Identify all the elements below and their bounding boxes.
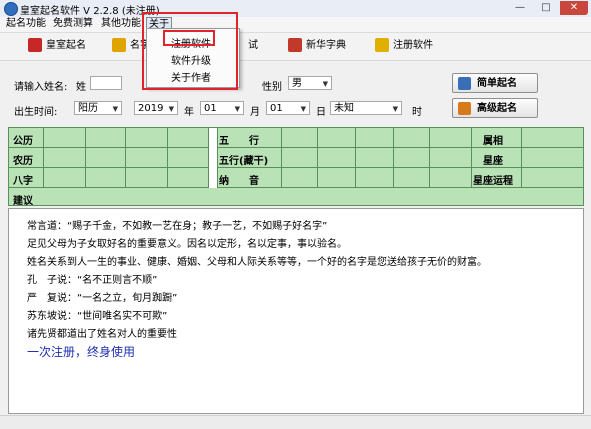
grid-line (471, 128, 472, 188)
simple-naming-icon (458, 77, 471, 90)
name-label: 请输入姓名: (14, 82, 68, 93)
nayin-label: 纳 音 (219, 176, 259, 187)
calendar-select[interactable]: 阳历 ▼ (74, 101, 122, 115)
chevron-down-icon: ▼ (168, 105, 174, 113)
advanced-naming-icon (458, 102, 471, 115)
grid-line (281, 128, 282, 188)
promo-text: 一次注册，终身使用 (27, 345, 136, 359)
grid-line (125, 128, 126, 188)
day-unit-label: 日 (316, 107, 326, 118)
menu-other[interactable]: 其他功能 (101, 17, 141, 31)
menu-naming[interactable]: 起名功能 (6, 17, 46, 31)
intro-line: 姓名关系到人一生的事业、健康、婚姻、父母和人际关系等等，一个好的名字是您送给孩子… (27, 257, 487, 268)
intro-line: 苏东坡说：“世间唯名实不可欺” (27, 311, 168, 322)
constellation-label: 星座 (483, 156, 503, 167)
calendar-value: 阳历 (78, 103, 98, 114)
birth-time-label: 出生时间: (14, 107, 58, 118)
day-select[interactable]: 01 ▼ (266, 101, 310, 115)
month-value: 01 (204, 103, 217, 114)
month-select[interactable]: 01 ▼ (200, 101, 244, 115)
intro-line: 诸先贤都道出了姓名对人的重要性 (27, 329, 177, 340)
intro-line: 足见父母为子女取好名的重要意义。因名以定形，名以定事，事以验名。 (27, 239, 347, 250)
suggestion-label: 建议 (13, 196, 33, 207)
hour-unit-label: 时 (412, 107, 422, 118)
intro-text-panel: 常言道：“赐子千金，不如教一艺在身；教子一艺，不如赐子好名字” 足见父母为子女取… (8, 208, 584, 414)
app-logo-icon (4, 2, 18, 16)
advanced-naming-button[interactable]: 高级起名 (452, 98, 538, 118)
window-title: 皇室起名软件 V 2.2.8 (未注册) (20, 6, 160, 17)
day-value: 01 (270, 103, 283, 114)
menu-free-calc[interactable]: 免费测算 (53, 17, 93, 31)
lock-icon (375, 38, 389, 52)
hour-value: 未知 (334, 103, 354, 114)
close-button[interactable]: ✕ (560, 1, 588, 15)
surname-prefix-label: 姓 (76, 82, 86, 93)
maximize-button[interactable]: □ (534, 1, 558, 15)
chevron-down-icon: ▼ (234, 105, 240, 113)
highlight-box-inner (163, 30, 215, 46)
advanced-naming-label: 高级起名 (477, 103, 517, 114)
intro-line: 严 复说：“一名之立，旬月踟蹰” (27, 293, 178, 304)
grid-line (521, 128, 522, 188)
simple-naming-label: 简单起名 (477, 78, 517, 89)
chevron-down-icon: ▼ (112, 105, 118, 113)
grid-line (43, 128, 44, 188)
constellation-fortune-label: 星座运程 (473, 176, 513, 187)
gender-value: 男 (292, 78, 302, 89)
toolbar-label: 新华字典 (306, 40, 346, 51)
chevron-down-icon: ▼ (300, 105, 306, 113)
bazi-info-grid: 公历 农历 八字 建议 五 行 五行(藏干) 纳 音 属相 星座 星座运程 (8, 127, 584, 207)
toolbar-test-button[interactable]: 试 (248, 36, 258, 56)
grid-line (167, 128, 168, 188)
grid-line (355, 128, 356, 188)
grid-line (393, 128, 394, 188)
toolbar-label: 皇室起名 (46, 40, 86, 51)
grid-line (85, 128, 86, 188)
toolbar-dictionary-button[interactable]: 新华字典 (288, 36, 346, 56)
grid-divider (208, 128, 218, 188)
year-select[interactable]: 2019 ▼ (134, 101, 178, 115)
grid-line (429, 128, 430, 188)
bazi-label: 八字 (13, 176, 33, 187)
pencil-icon (112, 38, 126, 52)
grid-line (9, 147, 583, 148)
year-value: 2019 (138, 103, 164, 114)
highlight-box-outer (142, 12, 238, 90)
zodiac-label: 属相 (483, 136, 503, 147)
grid-line (317, 128, 318, 188)
crown-icon (28, 38, 42, 52)
minimize-button[interactable]: — (508, 1, 532, 15)
surname-input[interactable] (90, 76, 122, 90)
grid-line (9, 187, 583, 188)
chevron-down-icon: ▼ (322, 80, 328, 88)
hour-select[interactable]: 未知 ▼ (330, 101, 402, 115)
gender-select[interactable]: 男 ▼ (288, 76, 332, 90)
solar-date-label: 公历 (13, 136, 33, 147)
year-unit-label: 年 (184, 107, 194, 118)
status-bar (0, 415, 591, 429)
toolbar-label: 注册软件 (393, 40, 433, 51)
month-unit-label: 月 (250, 107, 260, 118)
grid-line (9, 167, 583, 168)
simple-naming-button[interactable]: 简单起名 (452, 73, 538, 93)
dictionary-icon (288, 38, 302, 52)
wuxing-canggan-label: 五行(藏干) (219, 156, 269, 167)
chevron-down-icon: ▼ (392, 105, 398, 113)
lunar-date-label: 农历 (13, 156, 33, 167)
intro-line: 常言道：“赐子千金，不如教一艺在身；教子一艺，不如赐子好名字” (27, 221, 328, 232)
wuxing-label: 五 行 (219, 136, 259, 147)
gender-label: 性别 (262, 82, 282, 93)
toolbar-label: 试 (248, 40, 258, 51)
toolbar-royal-naming-button[interactable]: 皇室起名 (28, 36, 86, 56)
toolbar-register-button[interactable]: 注册软件 (375, 36, 433, 56)
intro-line: 孔 子说：“名不正则言不顺” (27, 275, 158, 286)
